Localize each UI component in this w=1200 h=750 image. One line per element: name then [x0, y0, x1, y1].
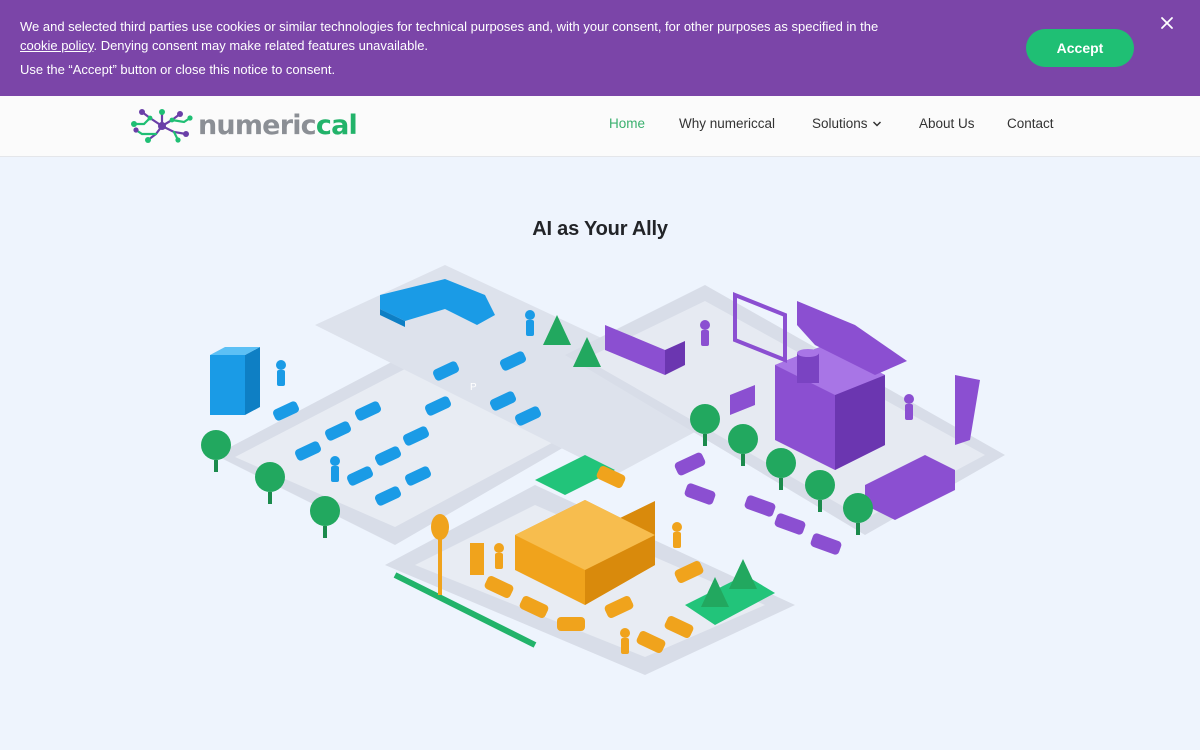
nav-why-numericcal[interactable]: Why numericcal	[679, 116, 775, 131]
cookie-notice-text: We and selected third parties use cookie…	[20, 17, 980, 79]
cookie-notice-line1: We and selected third parties use cookie…	[20, 19, 879, 34]
site-header: numericcal Home Why numericcal Solutions…	[0, 96, 1200, 157]
parking-sign-label: P	[470, 382, 477, 393]
accept-button[interactable]: Accept	[1026, 29, 1134, 67]
isometric-city-illustration: P	[201, 265, 1005, 675]
nav-solutions-label: Solutions	[812, 116, 868, 131]
nav-about-us[interactable]: About Us	[919, 116, 975, 131]
cookie-policy-link[interactable]: cookie policy	[20, 38, 93, 53]
nav-home[interactable]: Home	[609, 116, 645, 131]
cookie-banner: We and selected third parties use cookie…	[0, 0, 1200, 96]
hero-title: AI as Your Ally	[532, 218, 668, 240]
cookie-notice-line3: Use the “Accept” button or close this no…	[20, 62, 336, 77]
chevron-down-icon	[872, 121, 881, 127]
cookie-notice-paragraph: We and selected third parties use cookie…	[20, 17, 980, 55]
close-icon[interactable]	[1158, 14, 1176, 32]
cookie-notice-line2: . Denying consent may make related featu…	[93, 38, 429, 53]
main-nav: Home Why numericcal Solutions About Us C…	[0, 96, 1200, 156]
nav-solutions[interactable]: Solutions	[812, 116, 882, 131]
nav-contact[interactable]: Contact	[1007, 116, 1054, 131]
